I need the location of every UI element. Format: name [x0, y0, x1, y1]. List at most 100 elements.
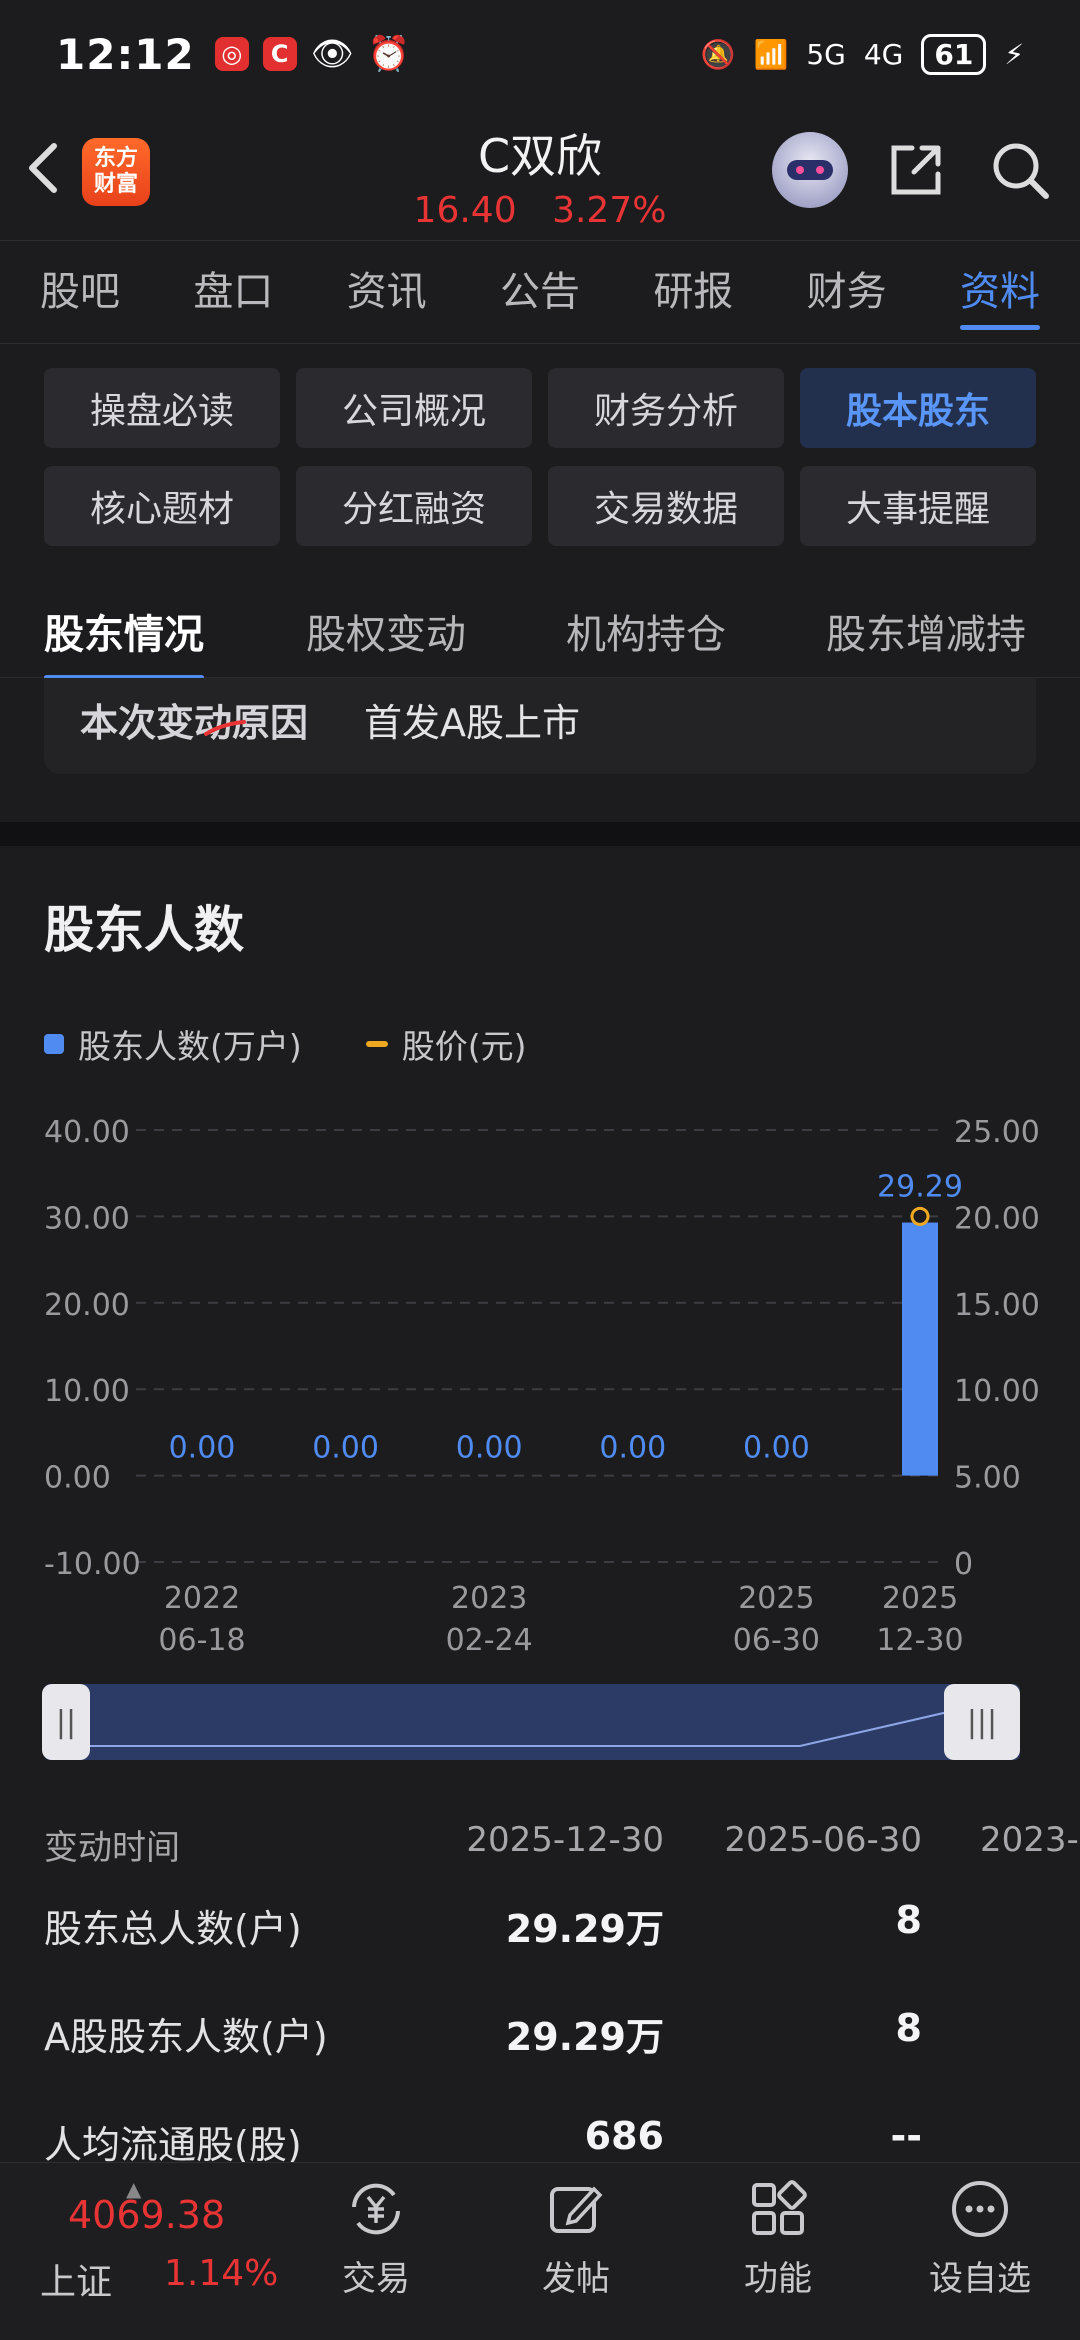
x-tick-date: 06-30 [733, 1623, 820, 1658]
category-button-active[interactable]: 股本股东 [800, 368, 1036, 448]
stock-header: 东方 财富 C双欣 16.40 3.27% [0, 108, 1080, 240]
category-button[interactable]: 公司概况 [296, 368, 532, 448]
y-left-tick-label: 20.00 [44, 1288, 130, 1323]
category-button[interactable]: 核心题材 [44, 466, 280, 546]
legend-holders[interactable]: 股东人数(万户) [78, 1020, 302, 1068]
bar-data-label: 29.29 [877, 1170, 963, 1205]
slider-left-handle[interactable]: || [42, 1684, 90, 1760]
stock-detail-page: 12:12 ◎ C 👁 ⏰ 🔕 📶 5G 4G 61 ⚡ 东方 财富 C双欣 16… [0, 0, 1080, 2340]
nav-add-watchlist[interactable]: 设自选 [910, 2177, 1050, 2300]
subtab-shareholders[interactable]: 股东情况 [44, 602, 204, 680]
row-value: 29.29万 [505, 1907, 664, 1951]
x-tick-date: 12-30 [876, 1623, 963, 1658]
change-reason-value: 首发A股上市 [364, 701, 580, 745]
main-tabs: 股吧 盘口 资讯 公告 研报 财务 资料 [0, 240, 1080, 344]
search-icon[interactable] [988, 138, 1052, 202]
check-mark-icon [204, 720, 246, 736]
status-app-icons: ◎ C 👁 ⏰ [214, 34, 411, 74]
yen-cycle-icon [352, 2183, 400, 2235]
legend-price[interactable]: 股价(元) [402, 1020, 527, 1068]
nav-trade[interactable]: 交易 [306, 2177, 446, 2300]
bar-data-label: 0.00 [312, 1431, 379, 1466]
tab-profile[interactable]: 资料 [959, 240, 1040, 344]
y-right-tick-label: 25.00 [954, 1115, 1040, 1150]
x-tick-year: 2022 [164, 1581, 240, 1616]
charging-icon: ⚡ [1004, 37, 1024, 71]
status-right: 🔕 📶 5G 4G 61 ⚡ [700, 33, 1024, 75]
grid-icon [752, 2180, 807, 2235]
stock-price: 16.40 [413, 190, 517, 231]
nav-label: 交易 [342, 2259, 410, 2299]
tab-research[interactable]: 研报 [653, 240, 733, 344]
eastmoney-logo[interactable]: 东方 财富 [82, 138, 150, 206]
chart-legend: 股东人数(万户) 股价(元) [44, 1020, 527, 1068]
tab-news[interactable]: 资讯 [347, 240, 427, 344]
chart-bar [902, 1222, 938, 1476]
alarm-icon: ⏰ [367, 34, 411, 74]
x-tick-date: 02-24 [446, 1623, 533, 1658]
index-name: 上证 [40, 2262, 113, 2303]
bar-data-label: 0.00 [169, 1431, 236, 1466]
app-c-icon: C [262, 37, 297, 71]
nav-label: 功能 [744, 2259, 812, 2299]
status-bar: 12:12 ◎ C 👁 ⏰ 🔕 📶 5G 4G 61 ⚡ [0, 0, 1080, 108]
bottom-bar: ▲ 4069.38 上证 1.14% 交易 发帖 功能 设自选 [0, 2162, 1080, 2340]
table-row: 股东总人数(户) 29.29万 8 [0, 1898, 1080, 1958]
y-left-tick-label: 0.00 [44, 1461, 111, 1496]
x-tick-year: 2023 [451, 1581, 527, 1616]
chevron-left-icon [29, 143, 57, 193]
tab-announcements[interactable]: 公告 [500, 240, 580, 344]
x-tick-date: 06-18 [158, 1623, 245, 1658]
mute-icon: 🔕 [700, 37, 736, 71]
bar-data-label: 0.00 [599, 1431, 666, 1466]
category-button[interactable]: 财务分析 [548, 368, 784, 448]
nav-functions[interactable]: 功能 [708, 2177, 848, 2300]
subtab-holding-change[interactable]: 股东增减持 [826, 602, 1026, 660]
bar-data-label: 0.00 [743, 1431, 810, 1466]
table-col-date: 2025-06-30 [724, 1820, 922, 1860]
category-button[interactable]: 分红融资 [296, 466, 532, 546]
signal-4g-icon: 4G [863, 37, 904, 71]
x-tick-year: 2025 [882, 1581, 958, 1616]
category-button[interactable]: 交易数据 [548, 466, 784, 546]
legend-line-swatch [365, 1041, 388, 1047]
app-notification-icon: ◎ [214, 37, 249, 71]
table-col-date: 2023- [980, 1820, 1079, 1860]
section-title: 股东人数 [44, 901, 244, 959]
section-divider [0, 822, 1080, 846]
shareholders-chart: 40.00 25.00 30.00 20.00 20.00 15.00 10.00 10.00… [44, 1115, 1040, 1658]
category-button[interactable]: 大事提醒 [800, 466, 1036, 546]
eye-icon: 👁 [310, 34, 354, 74]
row-label: 股东总人数(户) [44, 1907, 302, 1951]
change-reason-label: 本次变动原因 [80, 701, 309, 745]
y-left-tick-label: 10.00 [44, 1374, 130, 1409]
y-left-tick-label: -10.00 [44, 1547, 141, 1582]
row-value: -- [890, 2114, 922, 2158]
tab-guba[interactable]: 股吧 [40, 240, 120, 344]
table-row: A股股东人数(户) 29.29万 8 [0, 2006, 1080, 2066]
share-icon[interactable] [884, 138, 948, 202]
ai-assistant-icon[interactable] [772, 132, 848, 208]
category-button[interactable]: 操盘必读 [44, 368, 280, 448]
change-reason-card: 本次变动原因 首发A股上市 [44, 678, 1036, 774]
y-right-tick-label: 0 [954, 1547, 973, 1582]
nav-label: 发帖 [542, 2259, 610, 2299]
stock-quote: 16.40 3.27% [340, 190, 740, 231]
nav-post[interactable]: 发帖 [506, 2177, 646, 2300]
row-value: 29.29万 [505, 2015, 664, 2059]
chart-range-slider[interactable]: || ||| [42, 1684, 1020, 1760]
subtab-institution[interactable]: 机构持仓 [566, 602, 726, 660]
row-value: 686 [584, 2114, 664, 2158]
index-change: 1.14% [164, 2253, 279, 2294]
wifi-icon: 📶 [753, 37, 789, 71]
bar-data-label: 0.00 [456, 1431, 523, 1466]
tab-pankou[interactable]: 盘口 [193, 240, 273, 344]
legend-bar-swatch [44, 1034, 64, 1054]
subtab-equity-change[interactable]: 股权变动 [306, 602, 466, 660]
row-label: 人均流通股(股) [44, 2123, 302, 2167]
tab-finance[interactable]: 财务 [807, 240, 887, 344]
back-button[interactable] [20, 138, 80, 198]
edit-icon [550, 2186, 603, 2233]
slider-right-handle[interactable]: ||| [944, 1684, 1020, 1760]
sub-tabs: 股东情况 股权变动 机构持仓 股东增减持 [0, 582, 1080, 680]
